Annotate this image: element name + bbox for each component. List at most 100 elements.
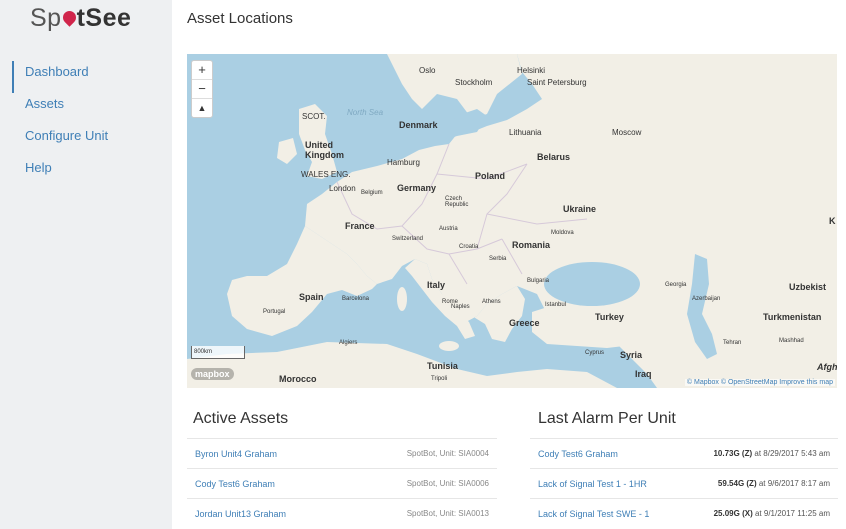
map-label-mashhad: Mashhad (779, 338, 804, 344)
map-label-wales: WALES ENG. (301, 170, 351, 179)
map-label-moldova: Moldova (551, 230, 574, 236)
asset-link[interactable]: Jordan Unit13 Graham (195, 509, 286, 519)
map-label-hamburg: Hamburg (387, 158, 420, 167)
asset-link[interactable]: Byron Unit4 Graham (195, 449, 277, 459)
map-label-stockholm: Stockholm (455, 78, 493, 87)
table-row: Cody Test6 Graham 10.73G (Z) at 8/29/201… (530, 438, 838, 469)
zoom-in-button[interactable]: + (192, 61, 212, 80)
land-sicily (439, 341, 459, 351)
map-scale: 800km (191, 346, 245, 359)
black-sea (544, 262, 640, 306)
map-label-barcelona: Barcelona (342, 296, 370, 302)
map-label-turkey: Turkey (595, 312, 624, 322)
map-label-ukraine: Ukraine (563, 204, 597, 214)
map-label-scot: SCOT. (302, 112, 326, 121)
map-label-afghanistan: Afgh (817, 362, 837, 372)
map-label-georgia: Georgia (665, 282, 687, 288)
map-label-algiers: Algiers (339, 340, 358, 346)
asset-map[interactable]: Oslo Stockholm Helsinki Saint Petersburg… (187, 54, 837, 388)
map-label-belgium: Belgium (361, 190, 383, 196)
map-label-germany: Germany (397, 183, 437, 193)
map-label-azerbaijan: Azerbaijan (692, 296, 721, 302)
map-label-north-sea: North Sea (347, 108, 384, 117)
map-label-morocco: Morocco (279, 374, 317, 384)
sidebar-item-assets[interactable]: Assets (12, 93, 172, 125)
map-label-london: London (329, 184, 356, 193)
map-label-moscow: Moscow (612, 128, 642, 137)
map-label-oslo: Oslo (419, 66, 436, 75)
alarm-link[interactable]: Lack of Signal Test 1 - 1HR (538, 479, 647, 489)
alarm-meta: 59.54G (Z) at 9/6/2017 8:17 am (718, 479, 830, 488)
land-africa (187, 342, 617, 388)
alarm-value: 10.73G (Z) (713, 449, 753, 458)
table-row: Cody Test6 Graham SpotBot, Unit: SIA0006 (187, 468, 497, 499)
map-label-serbia: Serbia (489, 256, 507, 262)
map-label-united-kingdom: United Kingdom (305, 140, 344, 160)
map-label-turkmenistan: Turkmenistan (763, 312, 822, 322)
map-basemap (187, 54, 837, 388)
map-label-croatia: Croatia (459, 244, 479, 250)
table-row: Lack of Signal Test SWE - 1 25.09G (X) a… (530, 498, 838, 529)
land-sardinia (397, 287, 407, 311)
alarm-value: 25.09G (X) (713, 509, 753, 518)
spotsee-logo[interactable]: Sp tSee (30, 4, 131, 33)
map-label-naples: Naples (451, 304, 470, 310)
sidebar-item-dashboard[interactable]: Dashboard (12, 61, 172, 93)
map-label-helsinki: Helsinki (517, 66, 546, 75)
map-label-tehran: Tehran (723, 340, 742, 346)
map-label-istanbul: Istanbul (545, 302, 567, 308)
sidebar-item-configure-unit[interactable]: Configure Unit (12, 125, 172, 157)
map-label-tripoli: Tripoli (431, 376, 448, 382)
compass-icon[interactable]: ▲ (192, 99, 212, 117)
asset-meta: SpotBot, Unit: SIA0013 (406, 509, 489, 518)
sidebar-nav: Dashboard Assets Configure Unit Help (12, 61, 172, 189)
map-pin-icon (59, 8, 79, 27)
land-ireland (277, 138, 297, 164)
map-label-greece: Greece (509, 318, 540, 328)
alarm-value: 59.54G (Z) (717, 479, 757, 488)
zoom-out-button[interactable]: − (192, 80, 212, 99)
zoom-control: + − ▲ (191, 60, 213, 118)
map-label-k: K (829, 216, 836, 226)
table-row: Byron Unit4 Graham SpotBot, Unit: SIA000… (187, 438, 497, 469)
map-label-iraq: Iraq (635, 369, 652, 379)
map-label-romania: Romania (512, 240, 551, 250)
table-row: Jordan Unit13 Graham SpotBot, Unit: SIA0… (187, 498, 497, 529)
table-row: Lack of Signal Test 1 - 1HR 59.54G (Z) a… (530, 468, 838, 499)
asset-link[interactable]: Cody Test6 Graham (195, 479, 275, 489)
map-label-spain: Spain (299, 292, 324, 302)
sidebar-item-help[interactable]: Help (12, 157, 172, 189)
mapbox-logo[interactable]: mapbox (191, 368, 234, 380)
map-label-belarus: Belarus (537, 152, 571, 162)
map-label-tunisia: Tunisia (427, 361, 458, 371)
map-label-bulgaria: Bulgaria (527, 278, 550, 284)
page-title: Asset Locations (187, 10, 293, 27)
active-assets-title: Active Assets (193, 410, 289, 427)
map-label-denmark: Denmark (399, 120, 438, 130)
map-label-france: France (345, 221, 375, 231)
map-attribution[interactable]: © Mapbox © OpenStreetMap Improve this ma… (684, 379, 835, 386)
alarm-link[interactable]: Lack of Signal Test SWE - 1 (538, 509, 649, 519)
last-alarm-title: Last Alarm Per Unit (538, 410, 676, 427)
alarm-link[interactable]: Cody Test6 Graham (538, 449, 618, 459)
map-label-syria: Syria (620, 350, 643, 360)
logo-text-see: See (85, 4, 132, 32)
asset-meta: SpotBot, Unit: SIA0004 (406, 449, 489, 458)
map-label-uzbekistan: Uzbekist (789, 282, 827, 292)
map-label-czech: Czech Republic (445, 196, 469, 208)
map-label-lithuania: Lithuania (509, 128, 542, 137)
map-label-austria: Austria (439, 226, 458, 232)
map-label-poland: Poland (475, 171, 506, 181)
map-label-cyprus: Cyprus (585, 350, 605, 356)
map-label-switzerland: Switzerland (392, 236, 424, 242)
alarm-time: at 9/1/2017 11:25 am (752, 509, 830, 518)
map-label-italy: Italy (427, 280, 446, 290)
alarm-time: at 9/6/2017 8:17 am (756, 479, 830, 488)
alarm-meta: 10.73G (Z) at 8/29/2017 5:43 am (713, 449, 830, 458)
sidebar: Sp tSee Dashboard Assets Configure Unit H… (0, 0, 172, 529)
map-label-portugal: Portugal (263, 309, 286, 315)
alarm-meta: 25.09G (X) at 9/1/2017 11:25 am (714, 509, 830, 518)
logo-text-sp: Sp (30, 4, 62, 32)
map-label-athens: Athens (482, 299, 501, 305)
map-label-saint-petersburg: Saint Petersburg (527, 78, 587, 87)
